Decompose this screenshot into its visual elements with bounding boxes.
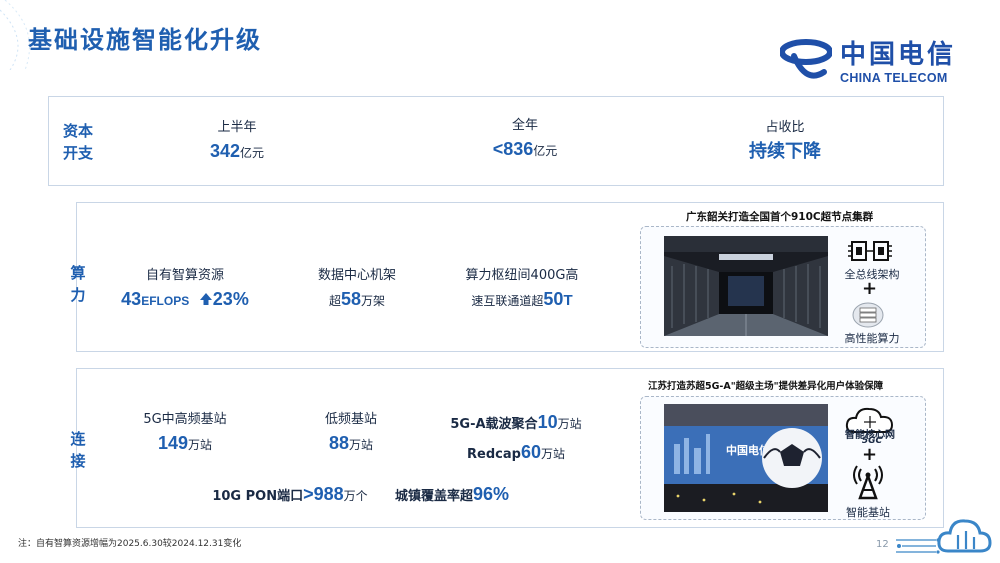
connectivity-row-label: 连 接	[70, 430, 86, 470]
smart-base-station-label: 智能基站	[846, 506, 890, 519]
stadium-display-image: 中国电信	[664, 404, 828, 512]
china-telecom-logo: 中国电信 CHINA TELECOM	[780, 34, 972, 92]
connectivity-panel-title: 江苏打造苏超5G-A"超级主场"提供差异化用户体验保障	[648, 381, 884, 392]
conn-5g-mid-high-band: 5G中高频基站 149万站	[143, 412, 227, 453]
feature-high-performance: 高性能算力	[844, 332, 900, 345]
compute-panel-title: 广东韶关打造全国首个910C超节点集群	[686, 211, 874, 223]
conn-redcap: Redcap60万站	[467, 442, 565, 462]
plus-sign: +	[862, 278, 878, 299]
conn-5ga-carrier-aggregation: 5G-A载波聚合10万站	[450, 412, 582, 432]
conn-urban-coverage: 城镇覆盖率超96%	[394, 484, 510, 504]
plus-sign-2: +	[862, 444, 878, 465]
compute-smart-resource: 自有智算资源 43EFLOPS 23%	[121, 268, 249, 309]
compute-hub-interconnect: 算力枢纽间400G高 速互联通道超50T	[465, 268, 579, 309]
datacenter-photo	[664, 236, 828, 336]
china-telecom-logo-icon	[780, 39, 832, 79]
chip-architecture-icon	[848, 241, 892, 261]
logo-chinese-text: 中国电信	[840, 40, 957, 70]
datacenter-corridor-image	[664, 236, 828, 336]
stadium-photo: 中国电信	[664, 404, 828, 512]
logo-english-text: CHINA TELECOM	[840, 71, 948, 85]
capex-full-year: 全年 <836亿元	[492, 118, 558, 159]
page-number: 12	[876, 539, 889, 550]
cloud-icon	[937, 519, 992, 553]
circuit-decoration	[896, 538, 940, 554]
compute-datacenter-racks: 数据中心机架 超58万架	[317, 268, 396, 309]
page-title: 基础设施智能化升级	[28, 26, 262, 54]
base-station-icon	[853, 465, 883, 500]
conn-low-band: 低频基站 88万站	[324, 412, 377, 453]
capex-row-label: 资本 开支	[62, 122, 93, 162]
compute-row-label: 算 力	[70, 264, 86, 304]
conn-10g-pon: 10G PON端口>988万个	[212, 484, 368, 504]
capex-half-year: 上半年 342亿元	[209, 120, 265, 161]
up-arrow-icon	[199, 293, 212, 305]
footnote: 注：自有智算资源增幅为2025.6.30较2024.12.31变化	[18, 539, 242, 549]
server-stack-icon	[852, 302, 884, 328]
capex-revenue-ratio: 占收比 持续下降	[749, 120, 821, 161]
